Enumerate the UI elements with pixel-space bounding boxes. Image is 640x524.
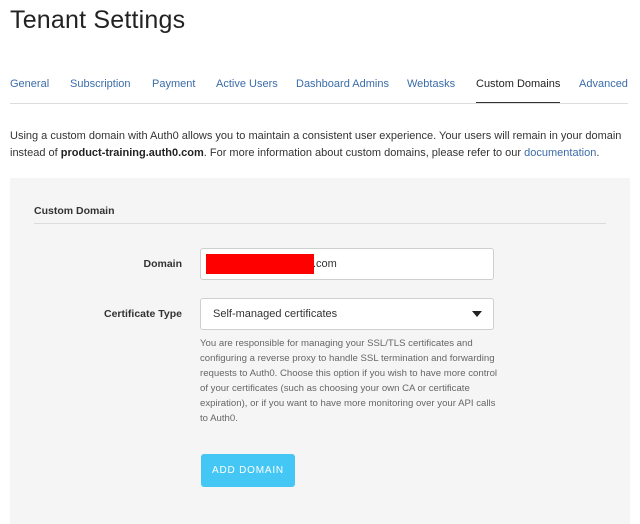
intro-text-end: . bbox=[596, 147, 600, 159]
tab-custom-domains[interactable]: Custom Domains bbox=[476, 78, 561, 104]
section-title: Custom Domain bbox=[34, 205, 115, 217]
certificate-type-label: Certificate Type bbox=[104, 308, 182, 320]
custom-domain-panel: Custom Domain Domain .com Certificate Ty… bbox=[10, 178, 630, 524]
section-divider bbox=[34, 223, 606, 224]
certificate-help-text: You are responsible for managing your SS… bbox=[200, 338, 498, 424]
tab-webtasks[interactable]: Webtasks bbox=[407, 78, 455, 103]
tab-advanced[interactable]: Advanced bbox=[579, 78, 628, 103]
intro-paragraph: Using a custom domain with Auth0 allows … bbox=[10, 128, 630, 162]
tab-subscription[interactable]: Subscription bbox=[70, 78, 131, 103]
domain-input[interactable]: .com bbox=[200, 248, 494, 280]
tab-bar: General Subscription Payment Active User… bbox=[0, 78, 640, 105]
certificate-type-select[interactable]: Self-managed certificates bbox=[200, 298, 494, 330]
tabs-divider bbox=[10, 103, 628, 104]
domain-suffix: .com bbox=[313, 258, 337, 270]
tab-payment[interactable]: Payment bbox=[152, 78, 195, 103]
add-domain-button[interactable]: ADD DOMAIN bbox=[201, 454, 295, 487]
tenant-domain: product-training.auth0.com bbox=[60, 147, 204, 159]
tab-active-users[interactable]: Active Users bbox=[216, 78, 278, 103]
page-title: Tenant Settings bbox=[10, 6, 186, 34]
documentation-link[interactable]: documentation bbox=[524, 147, 596, 159]
domain-label: Domain bbox=[143, 258, 182, 270]
redacted-text bbox=[206, 254, 314, 274]
caret-down-icon bbox=[472, 311, 482, 317]
tab-dashboard-admins[interactable]: Dashboard Admins bbox=[296, 78, 389, 103]
certificate-type-value: Self-managed certificates bbox=[213, 308, 338, 320]
tab-general[interactable]: General bbox=[10, 78, 49, 103]
intro-text-after: . For more information about custom doma… bbox=[203, 147, 522, 159]
